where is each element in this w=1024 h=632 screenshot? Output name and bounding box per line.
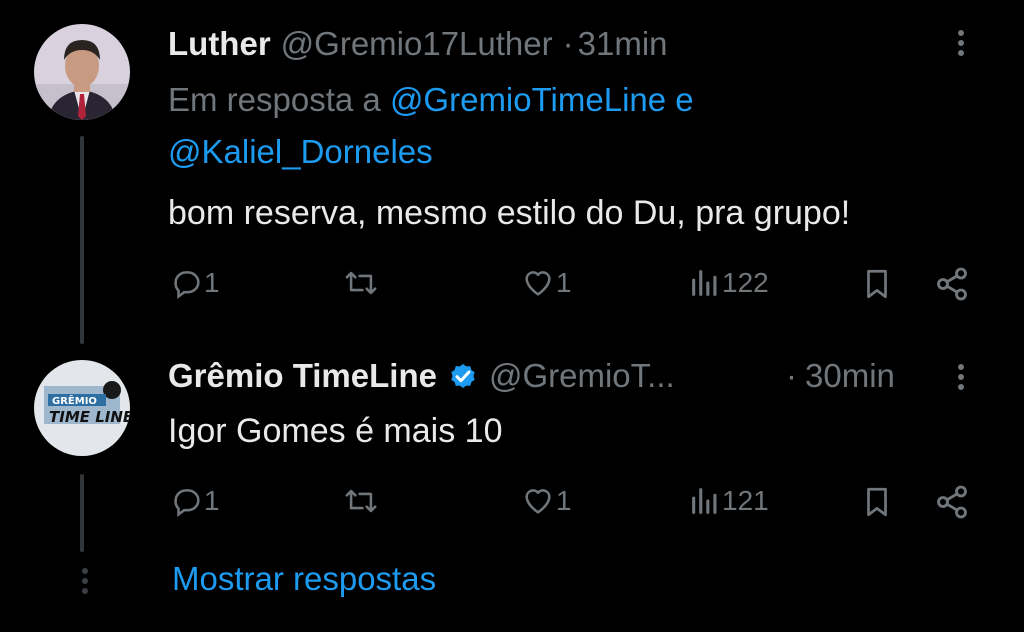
bar-chart-icon [692, 488, 717, 514]
tweet1-timestamp[interactable]: 31min [578, 25, 668, 63]
retweet-icon [345, 489, 377, 513]
tweet1-bookmark-button[interactable] [860, 266, 894, 302]
reply-conjunction: e [675, 81, 694, 118]
speech-bubble-icon [174, 271, 200, 300]
tweet2-views-button[interactable]: 121 [688, 484, 769, 518]
avatar-logo-line2: TIME LINE [49, 408, 130, 426]
tweet2-more-button[interactable] [958, 360, 964, 394]
heart-icon [525, 271, 551, 296]
tweet2-retweet-button[interactable] [342, 484, 380, 518]
tweet1-share-button[interactable] [934, 266, 970, 302]
tweet2-share-button[interactable] [934, 484, 970, 520]
tweet1-reply-context: Em resposta a @GremioTimeLine e @Kaliel_… [168, 74, 828, 178]
tweet1-header: Luther @Gremio17Luther · 31min [168, 22, 668, 66]
share-icon [937, 485, 967, 519]
tweet2-reply-button[interactable]: 1 [170, 484, 220, 518]
thread-continuation-dots [82, 564, 88, 598]
bar-chart-icon [692, 270, 717, 296]
tweet2-header: Grêmio TimeLine @GremioT... [168, 354, 675, 398]
tweet2-bookmark-button[interactable] [860, 484, 894, 520]
speech-bubble-icon [174, 489, 200, 518]
tweet1-separator: · [562, 25, 574, 62]
tweet1-author-handle[interactable]: @Gremio17Luther [281, 25, 553, 63]
tweet2-view-count: 121 [722, 485, 769, 516]
bookmark-icon [867, 487, 887, 517]
tweet1-text: bom reserva, mesmo estilo do Du, pra gru… [168, 194, 851, 232]
avatar-luther[interactable] [34, 24, 130, 120]
tweet2-reply-count: 1 [204, 485, 220, 516]
tweet2-author-handle[interactable]: @GremioT... [489, 357, 675, 395]
heart-icon [525, 489, 551, 514]
tweet1-view-count: 122 [722, 267, 769, 298]
share-icon [937, 267, 967, 301]
tweet1-reply-count: 1 [204, 267, 220, 298]
avatar-gremio-timeline[interactable]: GRÊMIO TIME LINE [34, 360, 130, 456]
bookmark-icon [867, 269, 887, 299]
tweet1-retweet-button[interactable] [342, 266, 380, 300]
tweet2-author-name[interactable]: Grêmio TimeLine [168, 357, 437, 395]
verified-badge-icon [451, 364, 475, 388]
thread-line-2 [80, 474, 84, 552]
retweet-icon [345, 271, 377, 295]
mention-gremiotimeline[interactable]: @GremioTimeLine [390, 81, 666, 118]
tweet1-more-button[interactable] [958, 26, 964, 60]
tweet1-views-button[interactable]: 122 [688, 266, 769, 300]
vertical-ellipsis-icon [958, 30, 964, 56]
tweet1-reply-button[interactable]: 1 [170, 266, 220, 300]
mention-kaliel-dorneles[interactable]: @Kaliel_Dorneles [168, 133, 433, 170]
tweet2-like-count: 1 [556, 485, 572, 516]
tweet2-text: Igor Gomes é mais 10 [168, 412, 503, 450]
tweet2-time-group: · 30min [786, 354, 895, 398]
reply-prefix: Em resposta a [168, 81, 381, 118]
show-replies-link[interactable]: Mostrar respostas [172, 560, 436, 598]
tweet2-separator: · [786, 357, 797, 394]
tweet2-like-button[interactable]: 1 [520, 484, 572, 518]
vertical-ellipsis-icon [958, 364, 964, 390]
tweet1-like-button[interactable]: 1 [520, 266, 572, 300]
tweet2-timestamp[interactable]: 30min [805, 357, 895, 395]
tweet1-author-name[interactable]: Luther [168, 25, 271, 63]
avatar-logo-line1: GRÊMIO [52, 394, 97, 407]
thread-line [80, 136, 84, 344]
tweet1-like-count: 1 [556, 267, 572, 298]
